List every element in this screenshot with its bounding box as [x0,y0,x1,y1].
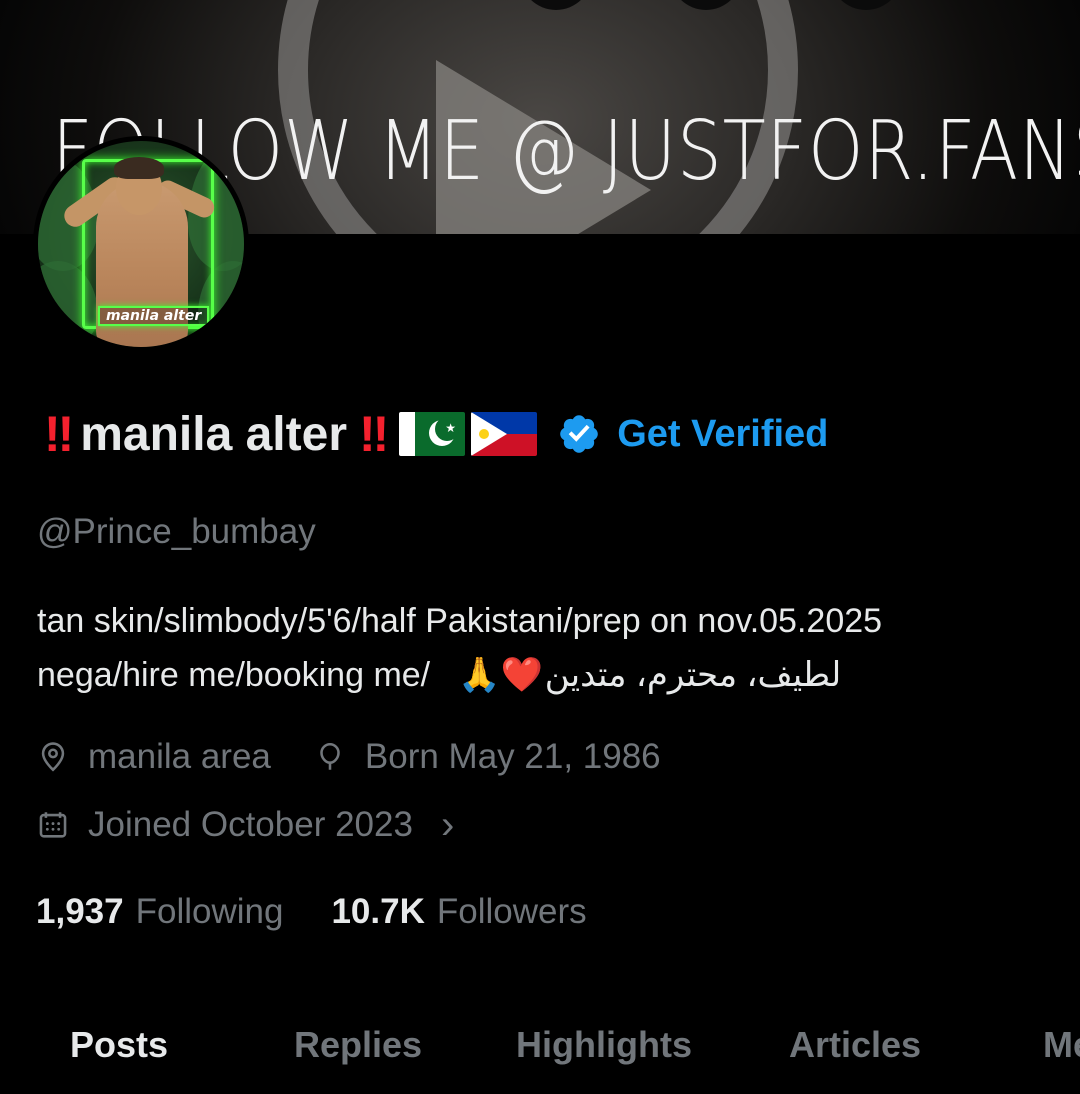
profile-meta-row-2[interactable]: Joined October 2023 › [36,800,454,850]
verified-badge-icon[interactable] [557,412,601,456]
display-name-row: ‼ manila alter ‼ ★ Get Verified [44,404,828,464]
followers-count: 10.7K [331,892,425,931]
pakistan-flag-icon: ★ [399,412,466,456]
bio-line-1: tan skin/slimbody/5'6/half Pakistani/pre… [37,602,883,640]
following-count: 1,937 [36,892,124,931]
location-text: manila area [88,737,271,776]
birthday-item: Born May 21, 1986 [313,737,661,777]
joined-text: Joined October 2023 [88,805,413,844]
avatar[interactable]: manila alter [33,136,249,352]
bio-line-2: nega/hire me/booking me/ 🙏❤️ لطيف، محترم… [37,648,1067,702]
username-handle: @Prince_bumbay [37,512,316,551]
double-exclamation-icon: ‼ [44,406,74,462]
bio-arabic-text: لطيف، محترم، متدين [544,656,842,694]
birthday-text: Born May 21, 1986 [364,737,661,776]
avatar-image: manila alter [38,141,244,347]
philippines-flag-icon [471,412,538,456]
profile-bio: tan skin/slimbody/5'6/half Pakistani/pre… [37,594,1067,702]
chevron-right-icon[interactable]: › [441,803,454,848]
tab-highlights[interactable]: Highlights [516,1024,692,1066]
profile-meta-row-1: manila area Born May 21, 1986 [36,732,661,782]
location-pin-icon [41,742,65,772]
following-link[interactable]: 1,937 Following [36,892,283,932]
calendar-icon [39,812,67,838]
avatar-caption: manila alter [98,306,210,326]
followers-link[interactable]: 10.7K Followers [331,892,586,932]
following-label: Following [135,892,284,931]
display-name: manila alter [80,407,347,461]
profile-tabs: Posts Replies Highlights Articles Media [0,1016,1080,1076]
location-item: manila area [36,737,271,777]
double-exclamation-icon: ‼ [359,406,389,462]
tab-replies[interactable]: Replies [294,1024,422,1066]
balloon-icon [320,742,340,770]
bio-emoji: 🙏❤️ [458,656,543,694]
tab-articles[interactable]: Articles [789,1024,921,1066]
profile-page: FOLLOW ME @ JUSTFOR.FANS manila alter ‼ … [0,0,1080,1094]
joined-item[interactable]: Joined October 2023 › [36,803,454,848]
get-verified-link[interactable]: Get Verified [617,413,828,456]
tab-posts[interactable]: Posts [70,1024,168,1066]
tab-media[interactable]: Media [1043,1024,1080,1066]
bio-line-2-text: nega/hire me/booking me/ [37,656,431,694]
follow-stats: 1,937 Following 10.7K Followers [36,888,587,936]
followers-label: Followers [436,892,587,931]
